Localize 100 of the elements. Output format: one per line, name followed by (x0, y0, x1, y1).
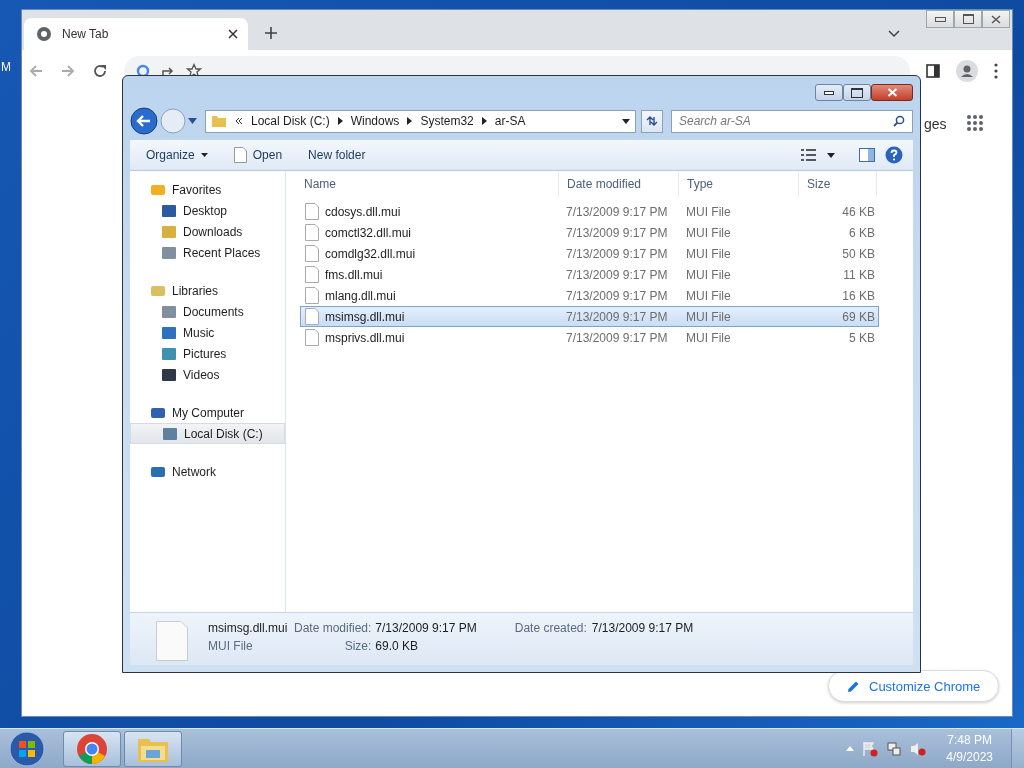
back-icon[interactable] (130, 107, 158, 135)
close-button[interactable] (982, 10, 1010, 28)
nav-item[interactable]: Favorites (130, 179, 285, 200)
column-header[interactable]: Size (799, 171, 877, 197)
nav-item[interactable]: My Computer (130, 402, 285, 423)
refresh-button[interactable] (641, 109, 663, 133)
nav-item[interactable]: Network (130, 461, 285, 482)
nav-item[interactable]: Local Disk (C:) (130, 423, 285, 444)
nav-item[interactable]: Videos (130, 364, 285, 385)
date-cell-text: 7/13/2009 9:17 PM (565, 204, 669, 219)
breadcrumb-item[interactable]: Windows (350, 114, 400, 128)
type-cell-text: MUI File (685, 267, 732, 282)
file-name: comdlg32.dll.mui (325, 246, 416, 261)
clock-date: 4/9/2023 (946, 750, 993, 764)
date-cell-text: 7/13/2009 9:17 PM (565, 330, 669, 345)
file-icon (305, 308, 319, 325)
flag-icon[interactable] (862, 740, 879, 757)
type-cell-text: MUI File (685, 330, 732, 345)
address-bar[interactable]: Local Disk (C:) Windows System32 ar-SA (205, 109, 636, 133)
date-cell-text: 7/13/2009 9:17 PM (565, 288, 669, 303)
detail-label: Date modified: (292, 621, 372, 635)
help-icon[interactable] (885, 146, 903, 164)
organize-menu[interactable]: Organize (138, 144, 216, 166)
nav-item[interactable]: Documents (130, 301, 285, 322)
tab-list-icon[interactable] (888, 30, 900, 38)
nav-item[interactable]: Downloads (130, 221, 285, 242)
view-icon[interactable] (801, 149, 817, 161)
column-header[interactable]: Type (679, 171, 799, 197)
nav-item[interactable]: Recent Places (130, 242, 285, 263)
file-row[interactable]: fms.dll.mui 7/13/2009 9:17 PM MUI File 11 KB (300, 264, 879, 285)
column-header[interactable]: Date modified (559, 171, 679, 197)
pencil-icon (847, 679, 860, 693)
apps-icon[interactable] (966, 114, 984, 132)
minimize-button[interactable] (926, 10, 954, 28)
show-desktop-button[interactable] (1011, 728, 1024, 768)
history-dropdown-icon[interactable] (188, 118, 197, 124)
images-link[interactable]: ges (924, 116, 947, 132)
date-cell-text: 7/13/2009 9:17 PM (565, 267, 669, 282)
toolbar-button[interactable]: New folder (300, 144, 374, 166)
menu-icon[interactable] (994, 63, 998, 79)
file-icon (156, 621, 188, 661)
size-cell-text: 46 KB (841, 204, 876, 219)
file-name: msimsg.dll.mui (208, 621, 288, 635)
nav-item[interactable]: Desktop (130, 200, 285, 221)
file-row[interactable]: msimsg.dll.mui 7/13/2009 9:17 PM MUI File 69 KB (300, 306, 879, 327)
date-cell-text: 7/13/2009 9:17 PM (565, 309, 669, 324)
file-row[interactable]: mlang.dll.mui 7/13/2009 9:17 PM MUI File 16 KB (300, 285, 879, 306)
dropdown-icon[interactable] (622, 118, 630, 124)
file-name: msprivs.dll.mui (325, 330, 405, 345)
customize-chrome-button[interactable]: Customize Chrome (828, 670, 1000, 702)
caret-icon (200, 153, 208, 157)
chrome-icon (36, 26, 52, 42)
nav-item[interactable]: Music (130, 322, 285, 343)
restore-button[interactable] (954, 10, 982, 28)
detail-label: Date created: (514, 621, 587, 635)
start-button[interactable] (9, 730, 45, 767)
nav-item[interactable]: Libraries (130, 280, 285, 301)
caret-icon[interactable] (827, 152, 835, 158)
size-cell-text: 50 KB (841, 246, 876, 261)
toolbar-button[interactable]: Open (225, 143, 291, 167)
maximize-button[interactable] (843, 84, 871, 101)
muted-speaker-icon[interactable] (910, 740, 927, 757)
file-row[interactable]: comdlg32.dll.mui 7/13/2009 9:17 PM MUI File 50 KB (300, 243, 879, 264)
file-row[interactable]: comctl32.dll.mui 7/13/2009 9:17 PM MUI File 6 KB (300, 222, 879, 243)
detail-label: Size: (343, 639, 372, 653)
chrome-taskbar-button[interactable] (63, 730, 121, 767)
breadcrumb-item[interactable]: Local Disk (C:) (251, 114, 330, 128)
new-tab-icon[interactable] (264, 26, 278, 40)
breadcrumb-item[interactable]: ar-SA (494, 114, 526, 128)
reload-icon[interactable] (92, 63, 108, 79)
file-icon (305, 329, 319, 346)
nav-item[interactable]: Pictures (130, 343, 285, 364)
size-cell-text: 5 KB (848, 330, 876, 345)
file-icon (305, 245, 319, 262)
detail-value: 7/13/2009 9:17 PM (375, 621, 477, 635)
preview-pane-icon[interactable] (859, 148, 875, 162)
type-cell-text: MUI File (685, 246, 732, 261)
file-row[interactable]: cdosys.dll.mui 7/13/2009 9:17 PM MUI File 46 KB (300, 201, 879, 222)
date-cell-text: 7/13/2009 9:17 PM (565, 246, 669, 261)
type-cell-text: MUI File (685, 288, 732, 303)
close-icon (991, 14, 1001, 24)
refresh-icon (645, 115, 659, 127)
breadcrumb-item[interactable]: System32 (420, 114, 474, 128)
close-button[interactable] (871, 84, 913, 101)
file-name: comctl32.dll.mui (325, 225, 412, 240)
side-panel-icon[interactable] (926, 64, 940, 78)
close-icon[interactable] (228, 29, 238, 39)
size-cell-text: 6 KB (848, 225, 876, 240)
profile-icon[interactable] (956, 60, 978, 82)
close-icon (886, 88, 898, 97)
column-header[interactable]: Name (286, 171, 559, 197)
file-icon (305, 266, 319, 283)
explorer-taskbar-button[interactable] (124, 730, 182, 767)
minimize-button[interactable] (815, 84, 843, 101)
search-field[interactable]: Search ar-SA (671, 109, 913, 133)
file-name: cdosys.dll.mui (325, 204, 401, 219)
file-row[interactable]: msprivs.dll.mui 7/13/2009 9:17 PM MUI File 5 KB (300, 327, 879, 348)
browser-tab[interactable]: New Tab (24, 18, 248, 50)
folder-icon (211, 113, 227, 129)
size-cell-text: 69 KB (841, 309, 876, 324)
